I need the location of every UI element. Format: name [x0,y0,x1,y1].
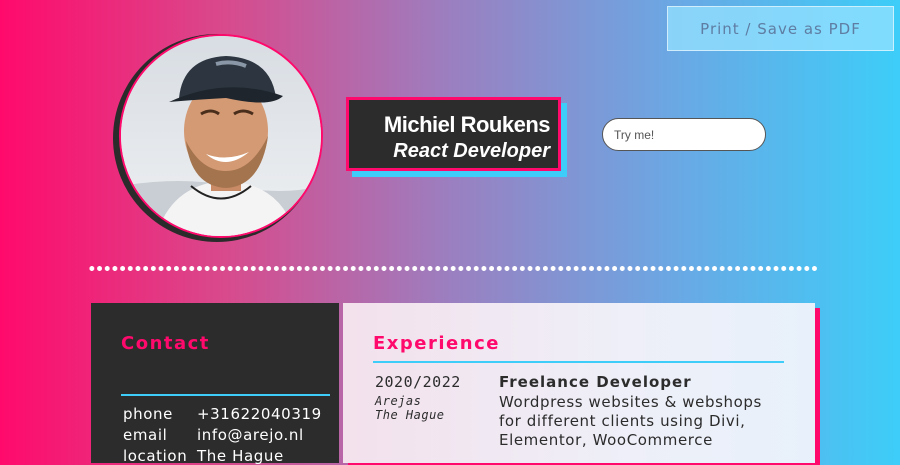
experience-divider [373,361,784,363]
contact-key: phone [123,405,173,423]
contact-value: +31622040319 [197,405,322,423]
job-title: Freelance Developer [499,373,692,391]
avatar [119,34,323,238]
job-company: Arejas [375,394,422,408]
profile-photo [113,34,325,246]
profile-name: Michiel Roukens [383,112,551,137]
contact-row-phone: phone +31622040319 [123,405,322,423]
contact-heading: Contact [121,333,210,354]
profile-role: React Developer [393,140,550,162]
contact-row-email: email info@arejo.nl [123,426,304,444]
experience-heading: Experience [373,333,500,354]
job-period: 2020/2022 [375,373,461,391]
contact-divider [121,394,330,396]
experience-panel: Experience 2020/2022 Arejas The Hague Fr… [343,303,815,463]
avatar-portrait [121,36,321,236]
dotted-divider [88,266,818,271]
print-save-pdf-button[interactable]: Print / Save as PDF [667,6,894,51]
name-card: Michiel Roukens React Developer [346,97,561,171]
job-city: The Hague [375,408,445,422]
contact-key: email [123,426,168,444]
try-me-input[interactable] [602,118,766,151]
contact-value[interactable]: info@arejo.nl [197,426,304,444]
job-description: Wordpress websites & webshops for differ… [499,393,762,449]
contact-panel: Contact phone +31622040319 email info@ar… [91,303,339,465]
